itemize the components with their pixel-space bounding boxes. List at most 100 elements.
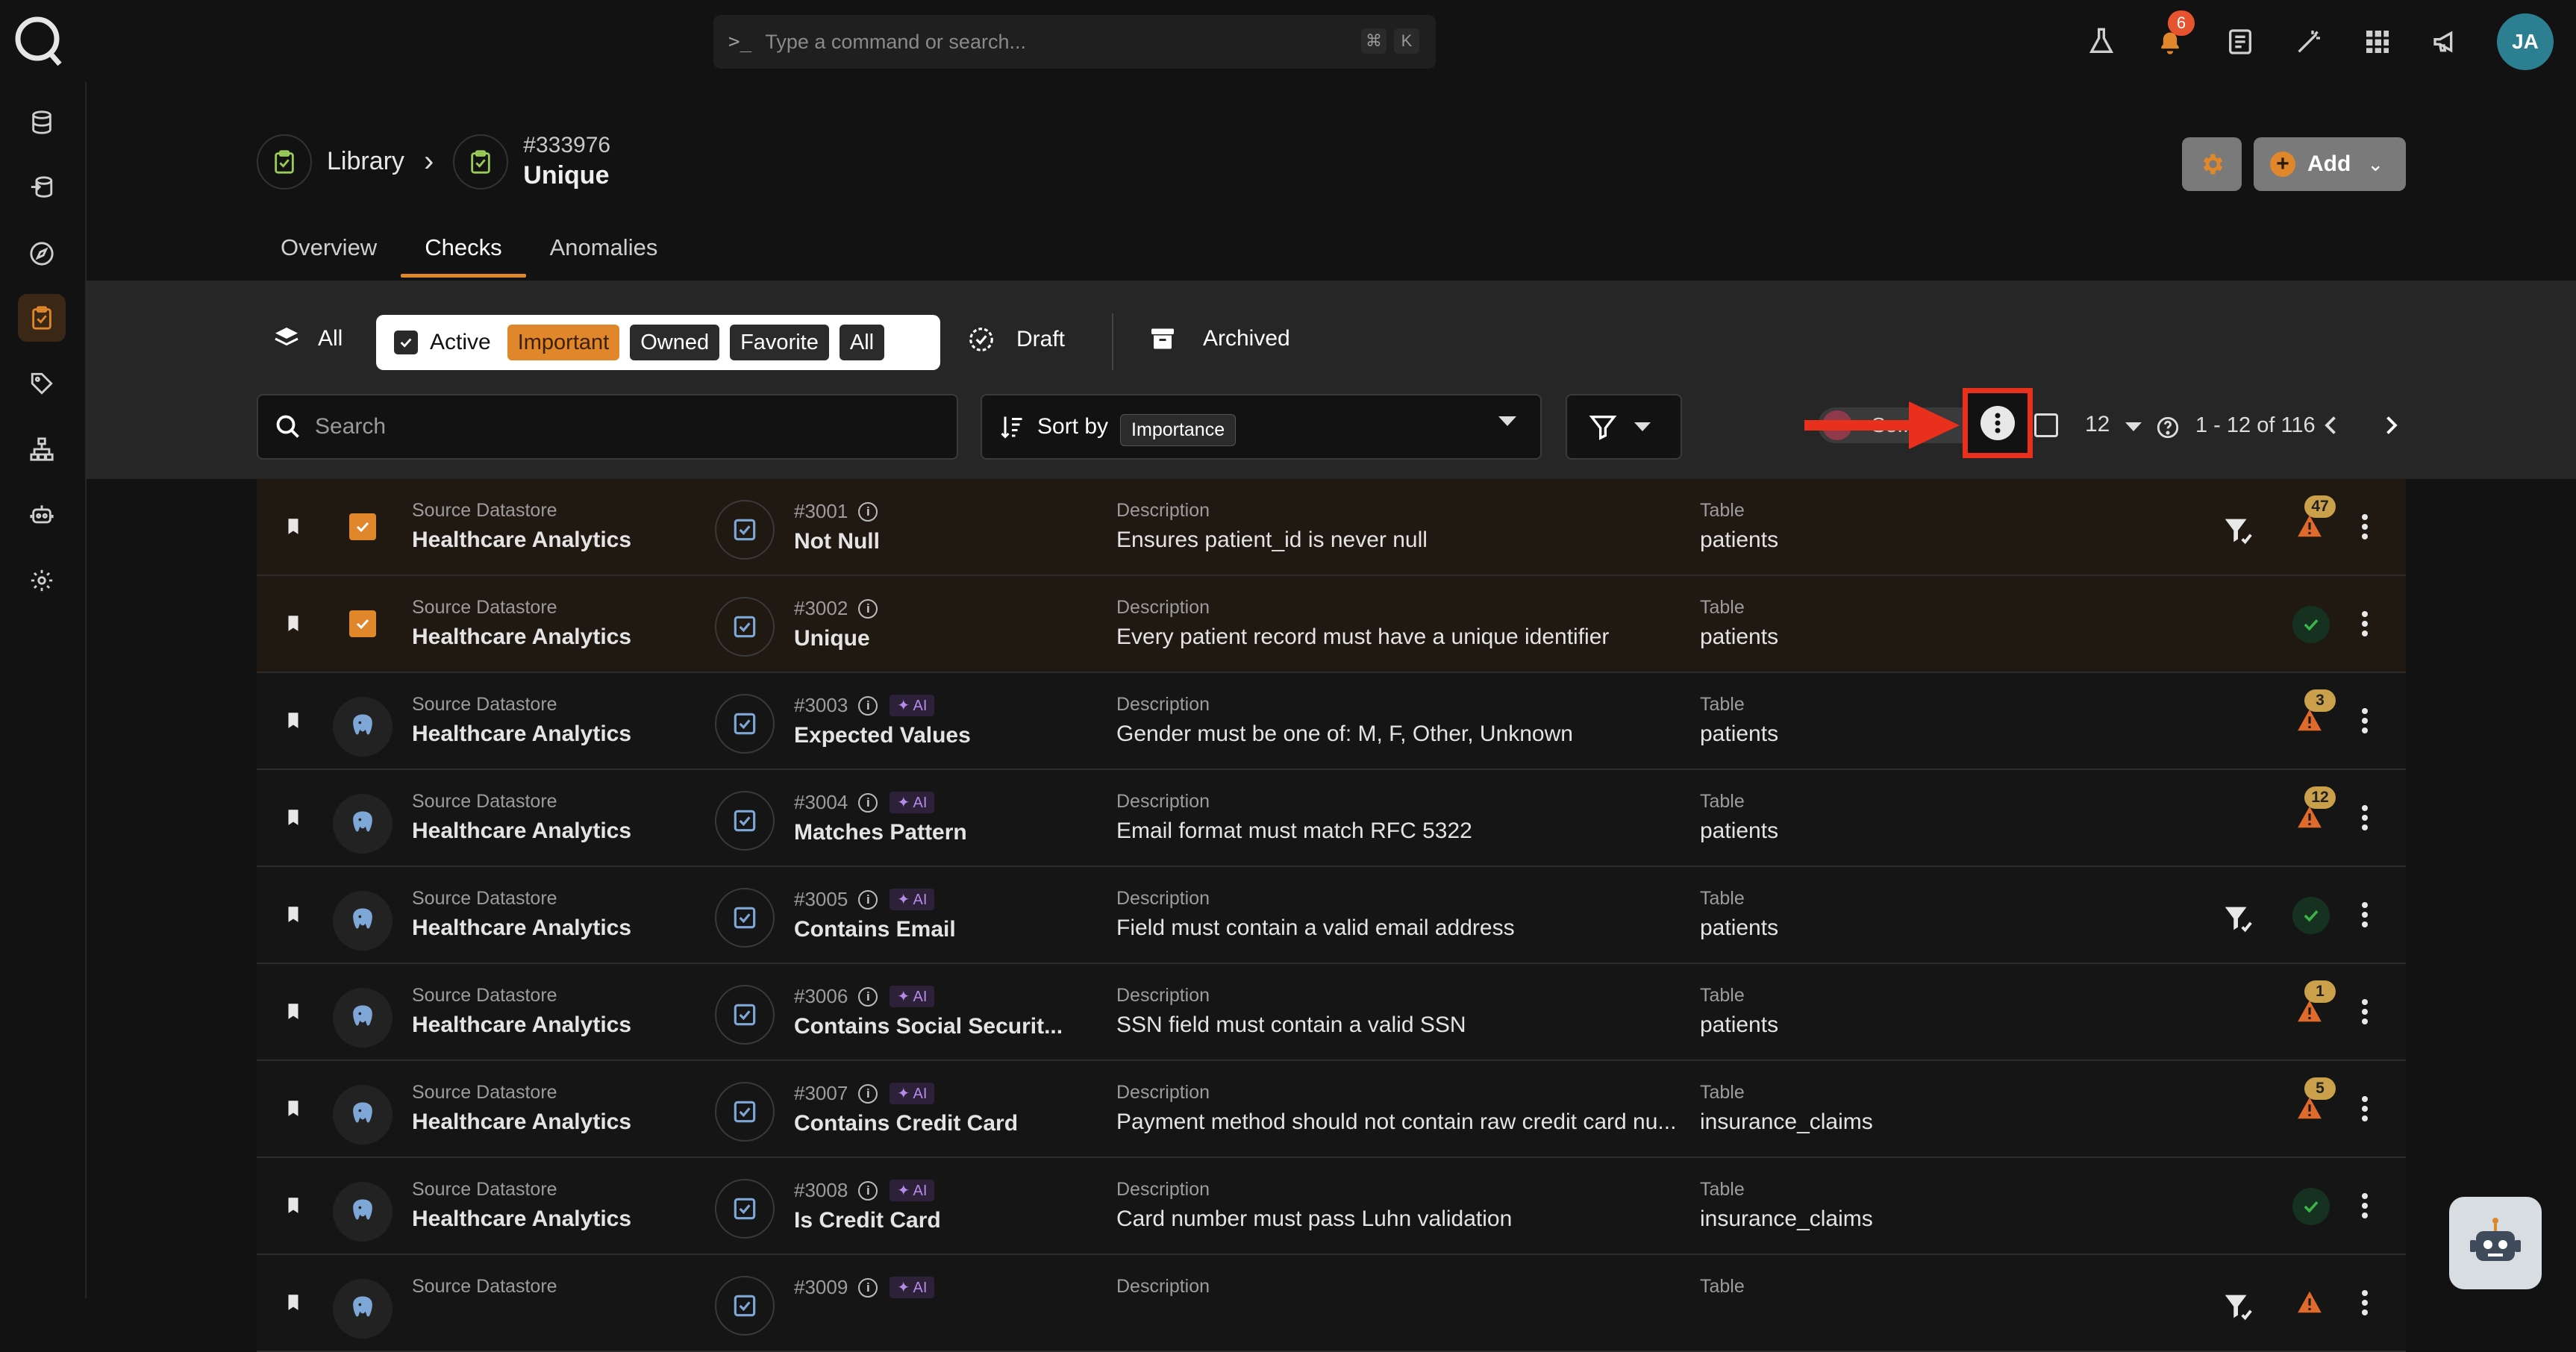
- table-row[interactable]: Source Datastore Healthcare Analytics #300…: [257, 867, 2406, 964]
- row-more-icon[interactable]: [2360, 706, 2370, 739]
- bookmark-icon[interactable]: [284, 710, 303, 733]
- agent-nav-icon[interactable]: [18, 491, 66, 539]
- table-row[interactable]: Source Datastore Healthcare Analytics #300…: [257, 479, 2406, 576]
- sort-select[interactable]: Sort by Importance: [981, 394, 1542, 460]
- table-name[interactable]: patients: [1700, 819, 1778, 844]
- tab-overview[interactable]: Overview: [257, 224, 401, 278]
- filter-draft[interactable]: Draft: [967, 325, 1065, 354]
- apps-grid-icon[interactable]: [2357, 21, 2398, 63]
- row-more-icon[interactable]: [2360, 1191, 2370, 1224]
- datastore-name[interactable]: Healthcare Analytics: [412, 1110, 631, 1135]
- row-more-icon[interactable]: [2360, 1094, 2370, 1127]
- chip-favorite[interactable]: Favorite: [730, 325, 829, 360]
- megaphone-icon[interactable]: [2425, 21, 2467, 63]
- info-icon[interactable]: i: [858, 792, 878, 813]
- help-icon[interactable]: [2155, 415, 2180, 440]
- docs-icon[interactable]: [2219, 21, 2261, 63]
- table-name[interactable]: patients: [1700, 625, 1778, 650]
- user-avatar[interactable]: JA: [2497, 13, 2554, 70]
- postgres-icon[interactable]: [333, 1279, 393, 1339]
- datastore-name[interactable]: Healthcare Analytics: [412, 916, 631, 941]
- library-nav-icon[interactable]: [18, 294, 66, 342]
- table-name[interactable]: patients: [1700, 528, 1778, 553]
- row-more-icon[interactable]: [2360, 900, 2370, 933]
- row-more-icon[interactable]: [2360, 803, 2370, 836]
- table-name[interactable]: insurance_claims: [1700, 1110, 1873, 1135]
- wand-icon[interactable]: [2288, 21, 2330, 63]
- filter-all[interactable]: All: [273, 325, 343, 352]
- table-row[interactable]: Source Datastore Healthcare Analytics #300…: [257, 1061, 2406, 1158]
- row-more-icon[interactable]: [2360, 1288, 2370, 1321]
- settings-nav-icon[interactable]: [18, 557, 66, 604]
- add-button[interactable]: + Add ⌄: [2254, 137, 2406, 191]
- chip-important[interactable]: Important: [507, 325, 620, 360]
- info-icon[interactable]: i: [858, 1180, 878, 1201]
- row-checkbox[interactable]: [349, 610, 376, 637]
- chip-owned[interactable]: Owned: [630, 325, 720, 360]
- flask-icon[interactable]: [2081, 21, 2122, 63]
- active-checkbox-icon[interactable]: [394, 331, 418, 354]
- check-name[interactable]: Is Credit Card: [794, 1208, 941, 1233]
- table-row[interactable]: Source Datastore Healthcare Analytics #300…: [257, 673, 2406, 770]
- datastore-name[interactable]: Healthcare Analytics: [412, 819, 631, 844]
- bookmark-icon[interactable]: [284, 1292, 303, 1315]
- info-icon[interactable]: i: [858, 1083, 878, 1104]
- bulk-actions-menu-button[interactable]: [1963, 388, 2033, 458]
- table-row[interactable]: Source Datastore Healthcare Analytics #300…: [257, 964, 2406, 1061]
- info-icon[interactable]: i: [858, 695, 878, 716]
- select-all-checkbox[interactable]: [2034, 413, 2058, 437]
- postgres-icon[interactable]: [333, 988, 393, 1048]
- filter-active[interactable]: Active: [430, 330, 491, 355]
- check-name[interactable]: Not Null: [794, 529, 880, 554]
- app-logo[interactable]: [10, 13, 66, 69]
- datastore-name[interactable]: Healthcare Analytics: [412, 1013, 631, 1038]
- table-name[interactable]: patients: [1700, 916, 1778, 941]
- datastore-name[interactable]: Healthcare Analytics: [412, 528, 631, 553]
- datastore-nav-icon[interactable]: [18, 98, 66, 146]
- anomaly-warning-icon[interactable]: [2295, 1288, 2324, 1320]
- tags-nav-icon[interactable]: [18, 360, 66, 407]
- command-search[interactable]: >_ Type a command or search... ⌘ K: [713, 15, 1436, 69]
- bookmark-icon[interactable]: [284, 1195, 303, 1218]
- tab-anomalies[interactable]: Anomalies: [526, 224, 682, 278]
- postgres-icon[interactable]: [333, 697, 393, 757]
- table-row[interactable]: Source Datastore Healthcare Analytics #300…: [257, 1158, 2406, 1255]
- postgres-icon[interactable]: [333, 891, 393, 951]
- check-name[interactable]: Contains Social Securit...: [794, 1014, 1063, 1039]
- table-name[interactable]: insurance_claims: [1700, 1207, 1873, 1232]
- settings-button[interactable]: [2182, 137, 2242, 191]
- assistant-bot-button[interactable]: [2449, 1197, 2542, 1289]
- bookmark-icon[interactable]: [284, 1098, 303, 1121]
- row-more-icon[interactable]: [2360, 997, 2370, 1030]
- table-name[interactable]: patients: [1700, 1013, 1778, 1038]
- per-page-select[interactable]: 12: [2085, 412, 2110, 437]
- enrichment-nav-icon[interactable]: [18, 164, 66, 212]
- info-icon[interactable]: i: [858, 986, 878, 1007]
- postgres-icon[interactable]: [333, 794, 393, 854]
- table-name[interactable]: patients: [1700, 722, 1778, 747]
- info-icon[interactable]: i: [858, 598, 878, 619]
- bookmark-icon[interactable]: [284, 613, 303, 636]
- row-more-icon[interactable]: [2360, 609, 2370, 642]
- datastore-name[interactable]: Healthcare Analytics: [412, 625, 631, 650]
- filter-button[interactable]: [1566, 394, 1682, 460]
- tab-checks[interactable]: Checks: [401, 224, 526, 278]
- bookmark-icon[interactable]: [284, 904, 303, 927]
- caret-down-icon[interactable]: [2125, 422, 2142, 431]
- row-more-icon[interactable]: [2360, 512, 2370, 545]
- info-icon[interactable]: i: [858, 1277, 878, 1298]
- check-name[interactable]: Contains Credit Card: [794, 1111, 1018, 1136]
- search-input[interactable]: Search: [257, 394, 958, 460]
- check-name[interactable]: Contains Email: [794, 917, 956, 942]
- breadcrumb-library[interactable]: Library: [327, 147, 404, 176]
- table-row[interactable]: Source Datastore Healthcare Analytics #300…: [257, 576, 2406, 673]
- row-checkbox[interactable]: [349, 513, 376, 540]
- datastore-name[interactable]: Healthcare Analytics: [412, 1207, 631, 1232]
- table-row[interactable]: Source Datastore #3009 i ✦ AI Description Tab…: [257, 1255, 2406, 1352]
- table-row[interactable]: Source Datastore Healthcare Analytics #300…: [257, 770, 2406, 867]
- postgres-icon[interactable]: [333, 1085, 393, 1145]
- flows-nav-icon[interactable]: [18, 425, 66, 473]
- postgres-icon[interactable]: [333, 1182, 393, 1242]
- info-icon[interactable]: i: [858, 889, 878, 910]
- chip-all[interactable]: All: [839, 325, 885, 360]
